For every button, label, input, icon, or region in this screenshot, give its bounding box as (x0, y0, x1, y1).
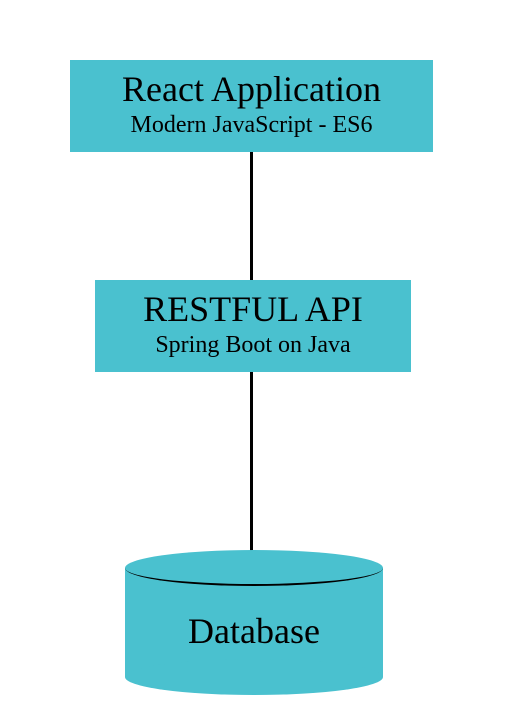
database-cylinder: Database (125, 550, 383, 695)
frontend-box: React Application Modern JavaScript - ES… (70, 60, 433, 152)
api-subtitle: Spring Boot on Java (95, 330, 411, 367)
api-title: RESTFUL API (95, 280, 411, 330)
database-title: Database (125, 550, 383, 703)
frontend-title: React Application (70, 60, 433, 110)
connector-frontend-api (250, 152, 253, 280)
frontend-subtitle: Modern JavaScript - ES6 (70, 110, 433, 147)
connector-api-database (250, 372, 253, 562)
api-box: RESTFUL API Spring Boot on Java (95, 280, 411, 372)
